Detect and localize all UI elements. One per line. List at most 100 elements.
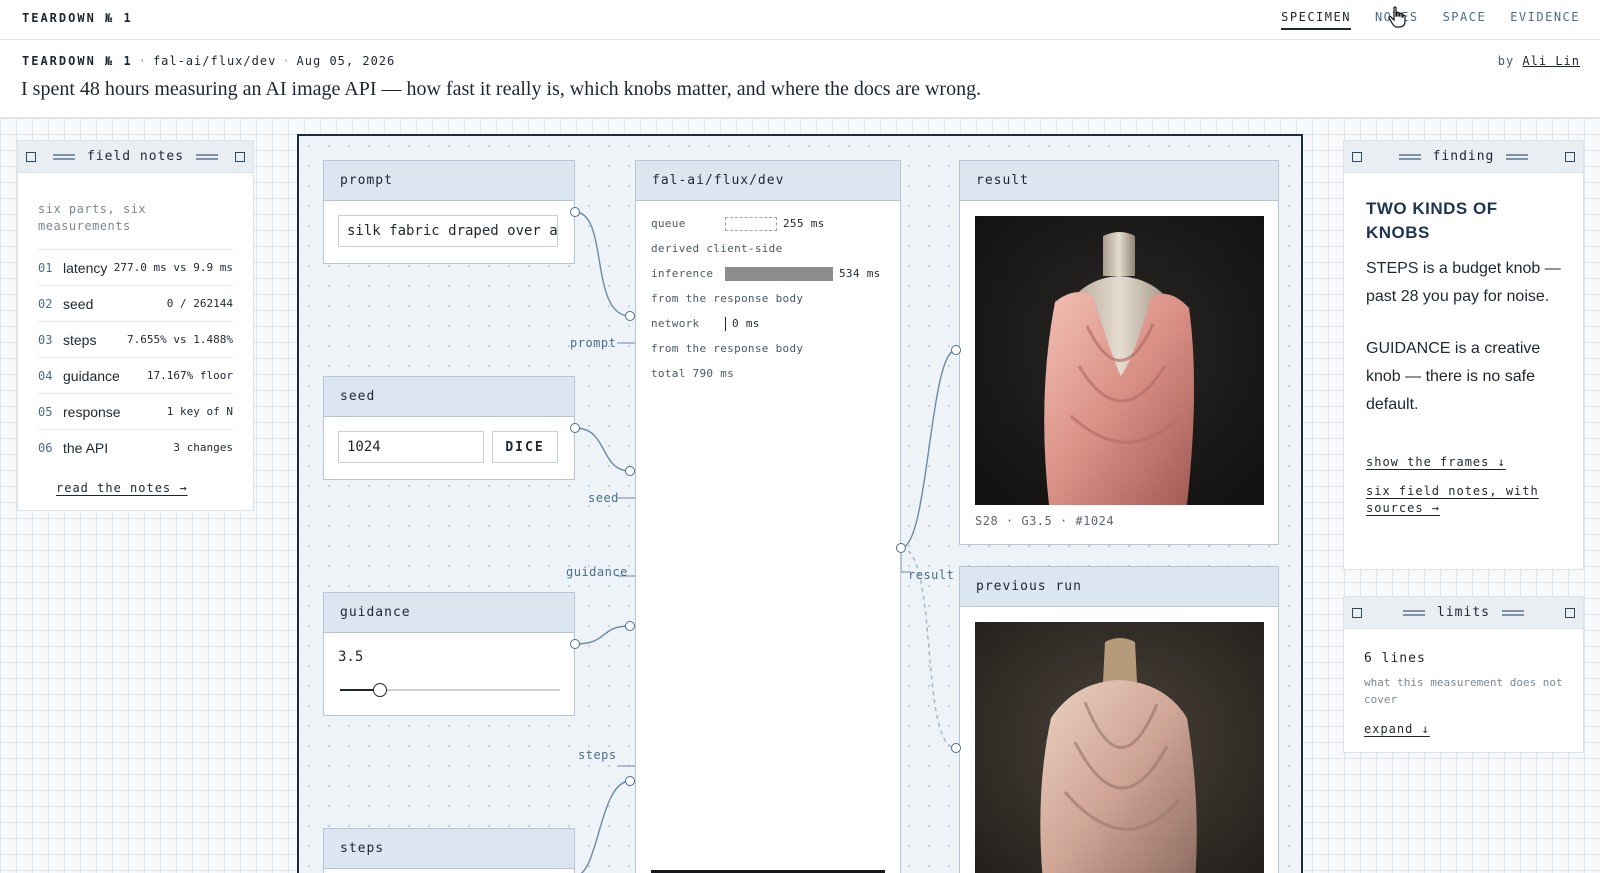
field-notes-sources-link[interactable]: six field notes, with sources →: [1366, 483, 1561, 517]
queue-note: derived client-side: [651, 242, 783, 255]
result-caption: S28 · G3.5 · #1024: [975, 514, 1115, 528]
row-label: steps: [63, 331, 97, 348]
inference-label: inference: [651, 267, 714, 280]
model-label: fal-ai/flux/dev: [152, 54, 277, 68]
finding-header[interactable]: finding: [1344, 141, 1583, 173]
port-prompt-out[interactable]: [570, 207, 580, 217]
dress-form-image: [975, 216, 1264, 505]
field-notes-subtitle: six parts, six measurements: [38, 202, 147, 233]
inference-bar: [725, 266, 833, 281]
drag-grip-icon[interactable]: [1398, 153, 1421, 160]
previous-run-header[interactable]: previous run: [960, 567, 1278, 607]
limits-panel: limits 6 lines what this measurement doe…: [1343, 596, 1584, 753]
limits-description: what this measurement does not cover: [1364, 676, 1563, 706]
seed-node-header[interactable]: seed: [324, 377, 574, 417]
field-note-row[interactable]: 01 latency 277.0 ms vs 9.9 ms: [38, 249, 233, 285]
inference-ms: 534 ms: [839, 267, 881, 280]
panel-square-icon[interactable]: [1565, 607, 1575, 618]
finding-headline: TWO KINDS OF KNOBS: [1366, 199, 1498, 242]
limits-header[interactable]: limits: [1344, 597, 1583, 629]
by-prefix: by: [1497, 54, 1515, 68]
field-note-row[interactable]: 03 steps 7.655% vs 1.488%: [38, 321, 233, 357]
port-model-in[interactable]: [625, 466, 635, 476]
inference-stat: inference 534 ms: [636, 261, 900, 286]
nav-evidence[interactable]: EVIDENCE: [1510, 10, 1580, 30]
panel-square-icon[interactable]: [1564, 151, 1575, 162]
row-value: 277.0 ms vs 9.9 ms: [113, 261, 233, 274]
prompt-node: prompt silk fabric draped over a dress f…: [323, 160, 575, 264]
wire-label-guidance: guidance: [566, 565, 628, 579]
field-note-row[interactable]: 02 seed 0 / 262144: [38, 285, 233, 321]
drag-grip-icon[interactable]: [196, 153, 219, 160]
port-model-out[interactable]: [896, 543, 906, 553]
page-headline: I spent 48 hours measuring an AI image A…: [21, 78, 982, 100]
field-note-row[interactable]: 05 response 1 key of N: [38, 393, 233, 429]
port-model-in[interactable]: [625, 621, 635, 631]
field-note-row[interactable]: 04 guidance 17.167% floor: [38, 357, 233, 393]
port-guidance-out[interactable]: [570, 639, 580, 649]
top-bar: TEARDOWN № 1 SPECIMEN NOTES SPACE EVIDEN…: [0, 0, 1600, 40]
drag-grip-icon[interactable]: [1506, 153, 1529, 160]
drag-grip-icon[interactable]: [52, 153, 75, 160]
panel-square-icon[interactable]: [235, 151, 245, 162]
port-model-in[interactable]: [625, 776, 635, 786]
panel-square-icon[interactable]: [26, 151, 36, 162]
issue-label: TEARDOWN № 1: [22, 54, 133, 68]
panel-square-icon[interactable]: [1352, 151, 1362, 162]
nav-space[interactable]: SPACE: [1443, 10, 1487, 30]
guidance-node: guidance 3.5: [323, 592, 575, 716]
steps-node-header[interactable]: steps: [324, 829, 574, 869]
wire-label-seed: seed: [588, 491, 619, 505]
row-label: latency: [63, 259, 108, 276]
row-value: 7.655% vs 1.488%: [127, 333, 233, 346]
port-result-in[interactable]: [951, 345, 961, 355]
nav-specimen[interactable]: SPECIMEN: [1281, 10, 1351, 30]
result-image[interactable]: [975, 216, 1264, 505]
result-node-header[interactable]: result: [960, 161, 1278, 201]
network-ms: 0 ms: [732, 317, 760, 330]
field-notes-header[interactable]: field notes: [18, 141, 253, 173]
prompt-input[interactable]: silk fabric draped over a dress form: [338, 215, 558, 247]
dice-button[interactable]: DICE: [492, 431, 558, 463]
row-number: 01: [38, 260, 53, 275]
slider-thumb[interactable]: [373, 683, 387, 697]
row-label: seed: [63, 295, 94, 312]
show-frames-link[interactable]: show the frames ↓: [1366, 455, 1561, 469]
finding-paragraph-1: STEPS is a budget knob — past 28 you pay…: [1366, 260, 1561, 305]
network-label: network: [651, 317, 700, 330]
author-link[interactable]: Ali Lin: [1522, 54, 1580, 68]
field-notes-panel: field notes six parts, six measurements …: [17, 140, 254, 511]
wire-label-steps: steps: [578, 748, 617, 762]
queue-bar: [725, 216, 777, 231]
guidance-slider[interactable]: [340, 683, 560, 697]
port-seed-out[interactable]: [570, 423, 580, 433]
byline: by Ali Lin: [1498, 54, 1580, 68]
finding-title: finding: [1432, 149, 1495, 164]
read-notes-link[interactable]: read the notes →: [56, 481, 233, 495]
drag-grip-icon[interactable]: [1501, 609, 1524, 616]
drag-grip-icon[interactable]: [1403, 609, 1426, 616]
guidance-value: 3.5: [338, 649, 364, 665]
field-note-row[interactable]: 06 the API 3 changes: [38, 429, 233, 465]
hand-cursor-icon: [1388, 6, 1406, 28]
model-node-header[interactable]: fal-ai/flux/dev: [636, 161, 900, 201]
row-value: 17.167% floor: [146, 369, 233, 382]
row-value: 0 / 262144: [166, 297, 233, 310]
panel-square-icon[interactable]: [1352, 607, 1362, 618]
prompt-node-header[interactable]: prompt: [324, 161, 574, 201]
port-previous-in[interactable]: [951, 743, 961, 753]
expand-link[interactable]: expand ↓: [1364, 722, 1430, 736]
total-latency: total 790 ms: [651, 367, 735, 380]
guidance-node-header[interactable]: guidance: [324, 593, 574, 633]
brand-logo[interactable]: TEARDOWN № 1: [22, 11, 133, 25]
previous-run-image[interactable]: [975, 622, 1264, 873]
grid-canvas: field notes six parts, six measurements …: [0, 117, 1600, 873]
seed-input[interactable]: 1024: [338, 431, 484, 463]
wire-label-prompt: prompt: [570, 336, 617, 350]
previous-run-node: previous run: [959, 566, 1279, 873]
port-model-in[interactable]: [625, 311, 635, 321]
finding-panel: finding TWO KINDS OF KNOBS STEPS is a bu…: [1343, 140, 1584, 570]
network-stat: network 0 ms: [636, 311, 900, 336]
date-label: Aug 05, 2026: [296, 54, 396, 68]
model-node: fal-ai/flux/dev queue 255 ms derived cli…: [635, 160, 901, 873]
